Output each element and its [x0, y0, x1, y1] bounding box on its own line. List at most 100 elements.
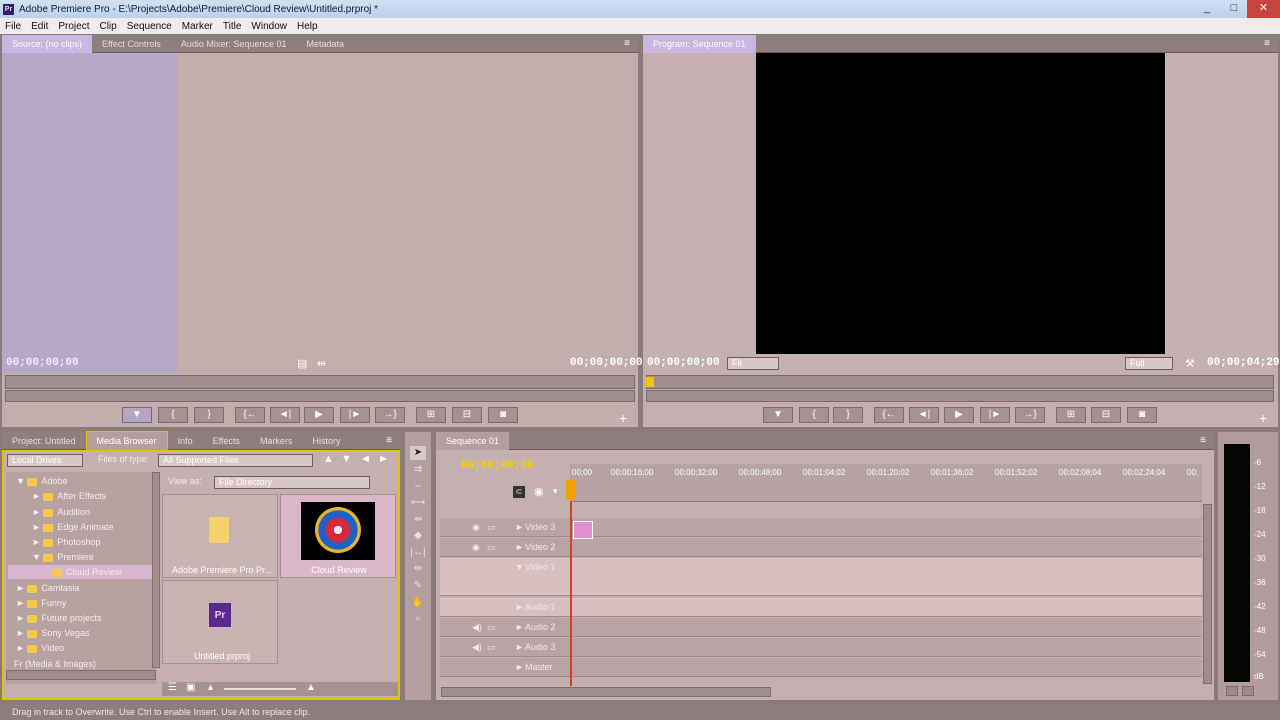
step-back-button[interactable]: ◄| — [909, 407, 939, 423]
tree-item-edge-animate[interactable]: ► Edge Animate — [32, 520, 113, 534]
lock-icon[interactable]: ▭ — [487, 642, 496, 653]
slip-tool-icon[interactable]: |↔| — [410, 546, 426, 560]
timeline-timecode[interactable]: 00;00;00;00 — [461, 460, 534, 472]
thumb-folder[interactable]: Adobe Premiere Pro Pr... — [162, 494, 278, 578]
list-view-icon[interactable]: ☰ — [168, 682, 177, 693]
add-marker-button[interactable]: ▼ — [763, 407, 793, 423]
source-scrub-bar[interactable] — [5, 390, 635, 402]
tab-source[interactable]: Source: (no clips) — [2, 34, 93, 53]
menu-title[interactable]: Title — [218, 21, 247, 32]
tree-item-media-images[interactable]: Fr (Media & Images) — [14, 657, 96, 671]
snap-icon[interactable]: ⊂ — [513, 486, 525, 498]
speaker-icon[interactable]: ◀) — [472, 622, 482, 633]
selection-tool-icon[interactable]: ➤ — [410, 446, 426, 460]
tab-effects[interactable]: Effects — [203, 432, 250, 450]
maximize-button[interactable]: □ — [1221, 0, 1247, 18]
mark-in-button[interactable]: { — [158, 407, 188, 423]
marker-icon[interactable]: ◉ — [534, 485, 544, 498]
tab-info[interactable]: Info — [168, 432, 203, 450]
icon-view-icon[interactable]: ▣ — [186, 682, 195, 693]
marker-dropdown-icon[interactable]: ▾ — [553, 486, 558, 497]
close-button[interactable]: ✕ — [1247, 0, 1280, 18]
tab-effect-controls[interactable]: Effect Controls — [92, 35, 171, 53]
program-time-ruler[interactable] — [646, 375, 1274, 389]
expand-icon[interactable]: ▼ — [515, 562, 524, 572]
tree-item-cloud-review[interactable]: Cloud Review — [8, 565, 156, 579]
go-to-in-button[interactable]: {← — [235, 407, 265, 423]
expand-icon[interactable]: ► — [515, 662, 524, 672]
tab-markers[interactable]: Markers — [250, 432, 303, 450]
tree-item-future-projects[interactable]: ► Future projects — [16, 611, 101, 625]
quality-dropdown[interactable]: Full — [1125, 357, 1173, 370]
tree-item-premiere[interactable]: ▼ Premiere — [32, 550, 94, 564]
tree-item-funny[interactable]: ► Funny — [16, 596, 66, 610]
slide-tool-icon[interactable]: ⇹ — [410, 562, 426, 576]
tree-item-video[interactable]: ► Video — [16, 641, 64, 655]
panel-menu-icon[interactable]: ≡ — [624, 38, 638, 49]
go-to-in-button[interactable]: {← — [874, 407, 904, 423]
step-forward-button[interactable]: |► — [980, 407, 1010, 423]
local-drives-dropdown[interactable]: Local Drives — [7, 454, 83, 467]
rate-stretch-tool-icon[interactable]: ⇴ — [410, 513, 426, 527]
arrow-up-icon[interactable]: ▲ — [323, 453, 334, 465]
drag-audio-icon[interactable]: ⇹ — [317, 357, 326, 370]
speaker-icon[interactable]: ◀) — [472, 642, 482, 653]
menu-file[interactable]: File — [0, 21, 26, 32]
thumb-cloud-review[interactable]: Cloud Review — [280, 494, 396, 578]
mark-out-button[interactable]: } — [833, 407, 863, 423]
solo-left-button[interactable] — [1226, 686, 1238, 696]
expand-icon[interactable]: ► — [515, 522, 524, 532]
expand-icon[interactable]: ► — [515, 642, 524, 652]
export-frame-button[interactable]: ◙ — [1127, 407, 1157, 423]
lock-icon[interactable]: ▭ — [487, 622, 496, 633]
tree-item-audition[interactable]: ► Audition — [32, 505, 90, 519]
tree-item-after-effects[interactable]: ► After Effects — [32, 489, 106, 503]
back-icon[interactable]: ◄ — [360, 453, 371, 465]
add-button[interactable]: + — [619, 410, 627, 426]
program-playhead[interactable] — [646, 377, 654, 387]
tree-item-adobe[interactable]: ▼ Adobe — [16, 474, 67, 488]
menu-help[interactable]: Help — [292, 21, 323, 32]
menu-edit[interactable]: Edit — [26, 21, 53, 32]
extract-button[interactable]: ⊟ — [1091, 407, 1121, 423]
tab-project[interactable]: Project: Untitled — [2, 432, 86, 450]
files-of-type-dropdown[interactable]: All Supported Files — [158, 454, 313, 467]
mark-in-button[interactable]: { — [799, 407, 829, 423]
playhead-handle[interactable] — [566, 480, 576, 500]
play-button[interactable]: ▶ — [304, 407, 334, 423]
timeline-v-scrollbar[interactable] — [1203, 504, 1212, 684]
track-master[interactable] — [440, 658, 1202, 677]
tree-item-camtasia[interactable]: ► Camtasia — [16, 581, 79, 595]
settings-icon[interactable]: ▤ — [297, 357, 307, 370]
tab-metadata[interactable]: Metadata — [296, 35, 354, 53]
view-as-dropdown[interactable]: File Directory — [214, 476, 370, 489]
tree-h-scrollbar[interactable] — [6, 670, 156, 680]
play-button[interactable]: ▶ — [944, 407, 974, 423]
menu-clip[interactable]: Clip — [94, 21, 121, 32]
wrench-icon[interactable]: ⚒ — [1185, 357, 1195, 370]
program-scrub-bar[interactable] — [646, 390, 1274, 402]
panel-menu-icon[interactable]: ≡ — [1200, 435, 1214, 446]
panel-menu-icon[interactable]: ≡ — [1264, 38, 1278, 49]
source-time-ruler[interactable] — [5, 375, 635, 389]
thumb-untitled-project[interactable]: Pr Untitled.prproj — [162, 580, 278, 664]
expand-icon[interactable]: ► — [515, 622, 524, 632]
razor-tool-icon[interactable]: ◆ — [410, 529, 426, 543]
menu-sequence[interactable]: Sequence — [122, 21, 177, 32]
tab-media-browser[interactable]: Media Browser — [85, 430, 168, 451]
rolling-edit-tool-icon[interactable]: ⟷ — [410, 496, 426, 510]
eye-icon[interactable]: ◉ — [472, 522, 480, 533]
hand-tool-icon[interactable]: ✋ — [410, 596, 426, 610]
solo-right-button[interactable] — [1242, 686, 1254, 696]
tab-program[interactable]: Program: Sequence 01 — [643, 34, 756, 53]
zoom-out-icon[interactable]: ▴ — [208, 682, 213, 693]
tab-sequence-01[interactable]: Sequence 01 — [436, 431, 510, 450]
menu-marker[interactable]: Marker — [177, 21, 218, 32]
step-back-button[interactable]: ◄| — [270, 407, 300, 423]
timeline-h-scrollbar[interactable] — [441, 687, 771, 697]
zoom-slider[interactable] — [224, 688, 296, 690]
tree-scrollbar[interactable] — [152, 472, 160, 668]
tree-item-sony-vegas[interactable]: ► Sony Vegas — [16, 626, 89, 640]
menu-project[interactable]: Project — [53, 21, 94, 32]
export-frame-button[interactable]: ◙ — [488, 407, 518, 423]
